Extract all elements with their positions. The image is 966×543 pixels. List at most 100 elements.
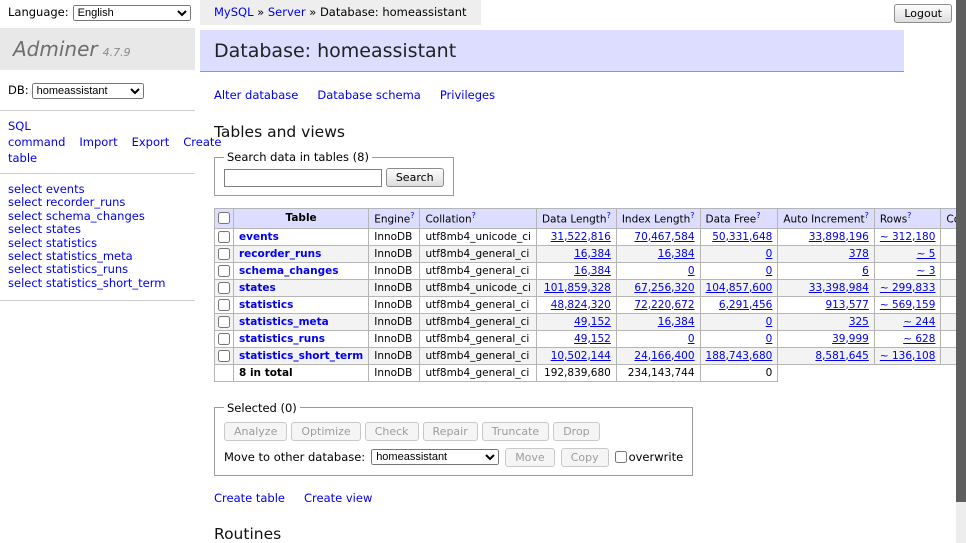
value-data-free[interactable]: 50,331,648 [712, 231, 772, 243]
breadcrumb-item-server[interactable]: Server [268, 5, 306, 19]
select-all-checkbox[interactable] [218, 212, 230, 224]
database-link-database-schema[interactable]: Database schema [317, 88, 420, 102]
overwrite-checkbox[interactable] [615, 451, 627, 463]
sidebar-select-statistics-short-term[interactable]: select statistics_short_term [8, 276, 165, 290]
value-rows[interactable]: ~ 312,180 [880, 231, 936, 243]
help-link[interactable]: ? [472, 211, 476, 220]
value-data-free[interactable]: 104,857,600 [706, 282, 773, 294]
value-data-length[interactable]: 49,152 [574, 316, 611, 328]
sidebar-select-statistics[interactable]: select statistics [8, 236, 97, 250]
value-data-free[interactable]: 0 [766, 265, 773, 277]
sidebar-action-sql-command[interactable]: SQL command [8, 119, 65, 149]
table-name-link-events[interactable]: events [239, 231, 279, 243]
copy-button[interactable]: Copy [561, 448, 609, 467]
truncate-button[interactable]: Truncate [482, 422, 549, 441]
value-data-free[interactable]: 0 [766, 248, 773, 260]
database-link-privileges[interactable]: Privileges [440, 88, 495, 102]
table-name-link-statistics-short-term[interactable]: statistics_short_term [239, 350, 363, 362]
value-auto-increment[interactable]: 39,999 [832, 333, 869, 345]
database-link-alter-database[interactable]: Alter database [214, 88, 298, 102]
sidebar-select-recorder-runs[interactable]: select recorder_runs [8, 195, 125, 209]
language-select[interactable]: English [73, 5, 191, 21]
row-checkbox-events[interactable] [218, 231, 230, 243]
help-link[interactable]: ? [865, 211, 869, 220]
value-index-length[interactable]: 0 [688, 333, 695, 345]
value-rows[interactable]: ~ 5 [917, 248, 936, 260]
value-auto-increment[interactable]: 33,398,984 [809, 282, 869, 294]
value-data-length[interactable]: 49,152 [574, 333, 611, 345]
value-index-length[interactable]: 0 [688, 265, 695, 277]
value-data-length[interactable]: 10,502,144 [551, 350, 611, 362]
help-link[interactable]: ? [410, 211, 414, 220]
search-input[interactable] [224, 169, 382, 187]
value-index-length[interactable]: 72,220,672 [634, 299, 694, 311]
check-button[interactable]: Check [365, 422, 419, 441]
value-auto-increment[interactable]: 8,581,645 [815, 350, 868, 362]
value-auto-increment[interactable]: 913,577 [825, 299, 868, 311]
scrollbar-thumb[interactable] [956, 0, 966, 502]
optimize-button[interactable]: Optimize [291, 422, 360, 441]
value-rows[interactable]: ~ 136,108 [880, 350, 936, 362]
help-link[interactable]: ? [607, 211, 611, 220]
sidebar-select-events[interactable]: select events [8, 182, 85, 196]
value-index-length[interactable]: 16,384 [658, 316, 695, 328]
value-index-length[interactable]: 67,256,320 [634, 282, 694, 294]
row-checkbox-statistics-short-term[interactable] [218, 350, 230, 362]
move-button[interactable]: Move [505, 448, 555, 467]
sidebar-select-statistics-runs[interactable]: select statistics_runs [8, 262, 128, 276]
help-link[interactable]: ? [756, 211, 760, 220]
breadcrumb-item-mysql[interactable]: MySQL [214, 5, 254, 19]
row-checkbox-states[interactable] [218, 282, 230, 294]
value-data-free[interactable]: 6,291,456 [719, 299, 772, 311]
help-link[interactable]: ? [907, 211, 911, 220]
bottom-link-create-table[interactable]: Create table [214, 491, 285, 505]
page-scrollbar[interactable] [956, 0, 966, 543]
db-select[interactable]: homeassistant [32, 83, 144, 99]
value-auto-increment[interactable]: 33,898,196 [809, 231, 869, 243]
value-data-length[interactable]: 16,384 [574, 248, 611, 260]
value-data-length[interactable]: 31,522,816 [551, 231, 611, 243]
table-name-link-statistics-meta[interactable]: statistics_meta [239, 316, 329, 328]
row-checkbox-statistics[interactable] [218, 299, 230, 311]
value-data-free[interactable]: 0 [766, 316, 773, 328]
value-rows[interactable]: ~ 299,833 [880, 282, 936, 294]
value-data-free[interactable]: 0 [766, 333, 773, 345]
table-name-link-statistics[interactable]: statistics [239, 299, 293, 311]
help-link[interactable]: ? [690, 211, 694, 220]
table-name-link-recorder-runs[interactable]: recorder_runs [239, 248, 321, 260]
drop-button[interactable]: Drop [553, 422, 599, 441]
value-data-length[interactable]: 48,824,320 [551, 299, 611, 311]
sidebar-select-statistics-meta[interactable]: select statistics_meta [8, 249, 133, 263]
value-auto-increment[interactable]: 6 [862, 265, 869, 277]
search-button[interactable]: Search [386, 168, 444, 187]
value-data-free[interactable]: 188,743,680 [706, 350, 773, 362]
row-checkbox-statistics-meta[interactable] [218, 316, 230, 328]
value-index-length[interactable]: 24,166,400 [634, 350, 694, 362]
row-checkbox-statistics-runs[interactable] [218, 333, 230, 345]
bottom-link-create-view[interactable]: Create view [304, 491, 372, 505]
table-name-link-schema-changes[interactable]: schema_changes [239, 265, 339, 277]
value-index-length[interactable]: 70,467,584 [634, 231, 694, 243]
value-rows[interactable]: ~ 569,159 [880, 299, 936, 311]
sidebar-action-export[interactable]: Export [132, 135, 170, 149]
repair-button[interactable]: Repair [423, 422, 478, 441]
table-name-link-statistics-runs[interactable]: statistics_runs [239, 333, 325, 345]
value-rows[interactable]: ~ 3 [917, 265, 936, 277]
row-checkbox-schema-changes[interactable] [218, 265, 230, 277]
sidebar-select-schema-changes[interactable]: select schema_changes [8, 209, 145, 223]
value-rows[interactable]: ~ 244 [903, 316, 935, 328]
cell-table-name: statistics_runs [234, 330, 369, 347]
row-checkbox-recorder-runs[interactable] [218, 248, 230, 260]
value-auto-increment[interactable]: 325 [849, 316, 869, 328]
analyze-button[interactable]: Analyze [224, 422, 287, 441]
value-auto-increment[interactable]: 378 [849, 248, 869, 260]
value-data-length[interactable]: 101,859,328 [544, 282, 611, 294]
move-database-select[interactable]: homeassistant [371, 449, 499, 465]
table-name-link-states[interactable]: states [239, 282, 276, 294]
value-data-length[interactable]: 16,384 [574, 265, 611, 277]
value-rows[interactable]: ~ 628 [903, 333, 935, 345]
sidebar-action-import[interactable]: Import [79, 135, 117, 149]
sidebar-select-states[interactable]: select states [8, 222, 81, 236]
logout-button[interactable]: Logout [894, 4, 952, 23]
value-index-length[interactable]: 16,384 [658, 248, 695, 260]
